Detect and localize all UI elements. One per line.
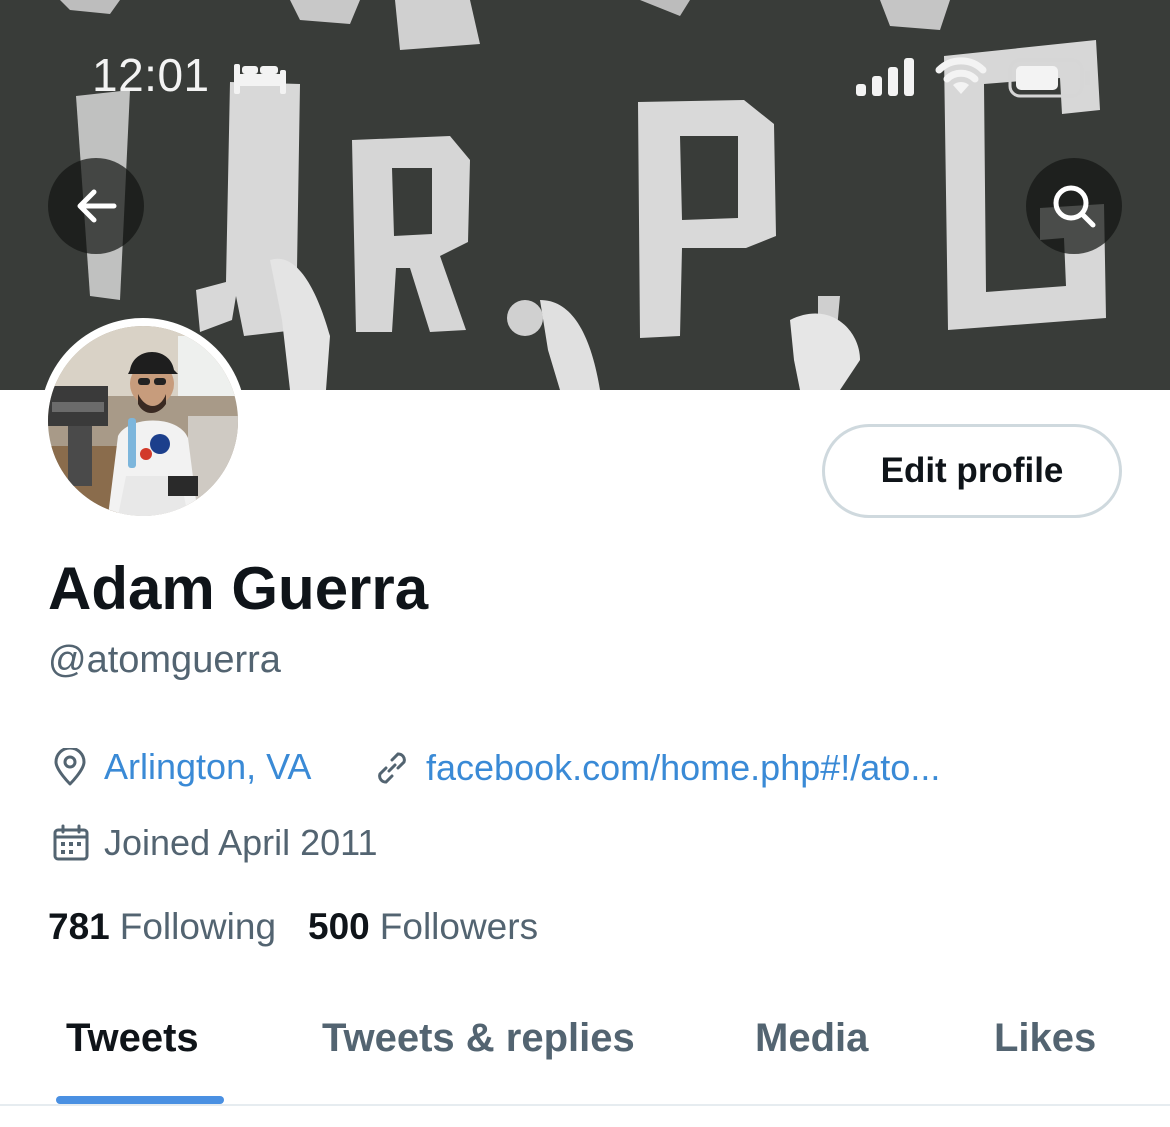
arrow-left-icon	[77, 189, 117, 223]
link-icon	[378, 752, 406, 784]
website-row: facebook.com/home.php#!/ato...	[372, 748, 940, 788]
search-icon	[1053, 185, 1096, 228]
edit-profile-button[interactable]: Edit profile	[822, 424, 1122, 518]
joined-row: Joined April 2011	[52, 824, 378, 862]
display-name: Adam Guerra	[48, 555, 429, 622]
status-bar: 12:01	[0, 0, 1170, 120]
avatar[interactable]	[40, 318, 246, 524]
tab-tweets[interactable]: Tweets	[66, 1016, 199, 1061]
status-time: 12:01	[92, 49, 210, 101]
active-tab-indicator	[56, 1096, 224, 1104]
calendar-icon	[53, 824, 89, 861]
followers-label: Followers	[379, 906, 539, 947]
following-label: Following	[119, 906, 277, 947]
followers-count: 500	[308, 906, 370, 947]
follow-stats: 781 Following 500 Followers	[48, 906, 538, 948]
followers-stat[interactable]: 500 Followers	[308, 906, 538, 948]
wifi-icon	[935, 57, 987, 94]
bed-icon	[234, 64, 286, 94]
back-button[interactable]	[48, 158, 144, 254]
location-pin-icon	[54, 748, 86, 786]
handle: @atomguerra	[48, 639, 281, 681]
search-button[interactable]	[1026, 158, 1122, 254]
profile-tabs: Tweets Tweets & replies Media Likes	[0, 1010, 1170, 1105]
tab-likes[interactable]: Likes	[994, 1016, 1096, 1061]
cellular-signal-icon	[856, 58, 914, 96]
following-count: 781	[48, 906, 110, 947]
following-stat[interactable]: 781 Following	[48, 906, 276, 948]
tabs-divider	[0, 1104, 1170, 1106]
tab-media[interactable]: Media	[755, 1016, 868, 1061]
location-row: Arlington, VA	[52, 748, 311, 786]
tab-tweets-replies[interactable]: Tweets & replies	[322, 1016, 635, 1061]
website-link[interactable]: facebook.com/home.php#!/ato...	[426, 750, 940, 786]
joined-text: Joined April 2011	[104, 822, 378, 863]
battery-icon	[1008, 58, 1090, 98]
location-text[interactable]: Arlington, VA	[104, 749, 311, 785]
avatar-image	[48, 326, 238, 516]
